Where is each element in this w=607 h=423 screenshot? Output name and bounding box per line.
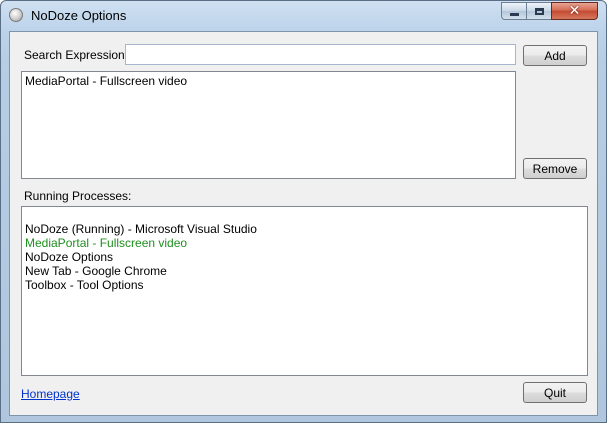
process-item[interactable]: Toolbox - Tool Options	[25, 278, 584, 292]
app-icon	[9, 8, 23, 22]
nodoze-options-window: NoDoze Options ✕ Search Expression: Add …	[0, 0, 607, 423]
search-expression-input[interactable]	[125, 44, 516, 65]
close-icon: ✕	[568, 3, 581, 19]
running-processes-label: Running Processes:	[24, 189, 132, 203]
remove-button[interactable]: Remove	[523, 158, 587, 179]
maximize-icon	[534, 7, 544, 15]
homepage-link[interactable]: Homepage	[21, 387, 80, 401]
minimize-button[interactable]	[501, 2, 527, 20]
add-button[interactable]: Add	[523, 45, 587, 66]
quit-button[interactable]: Quit	[523, 382, 587, 403]
expressions-list[interactable]: MediaPortal - Fullscreen video	[21, 71, 516, 179]
running-processes-list[interactable]: NoDoze (Running) - Microsoft Visual Stud…	[21, 206, 588, 376]
dialog-body: Search Expression: Add MediaPortal - Ful…	[9, 31, 598, 416]
process-item[interactable]: NoDoze (Running) - Microsoft Visual Stud…	[25, 222, 584, 236]
process-item[interactable]: New Tab - Google Chrome	[25, 264, 584, 278]
minimize-icon	[509, 12, 519, 16]
window-title: NoDoze Options	[31, 8, 127, 23]
process-item-matched[interactable]: MediaPortal - Fullscreen video	[25, 236, 584, 250]
expression-item[interactable]: MediaPortal - Fullscreen video	[25, 74, 512, 88]
close-button[interactable]: ✕	[551, 2, 598, 20]
maximize-button[interactable]	[526, 2, 552, 20]
process-item[interactable]: NoDoze Options	[25, 250, 584, 264]
title-bar[interactable]: NoDoze Options ✕	[1, 1, 606, 31]
search-expression-label: Search Expression:	[24, 48, 129, 62]
